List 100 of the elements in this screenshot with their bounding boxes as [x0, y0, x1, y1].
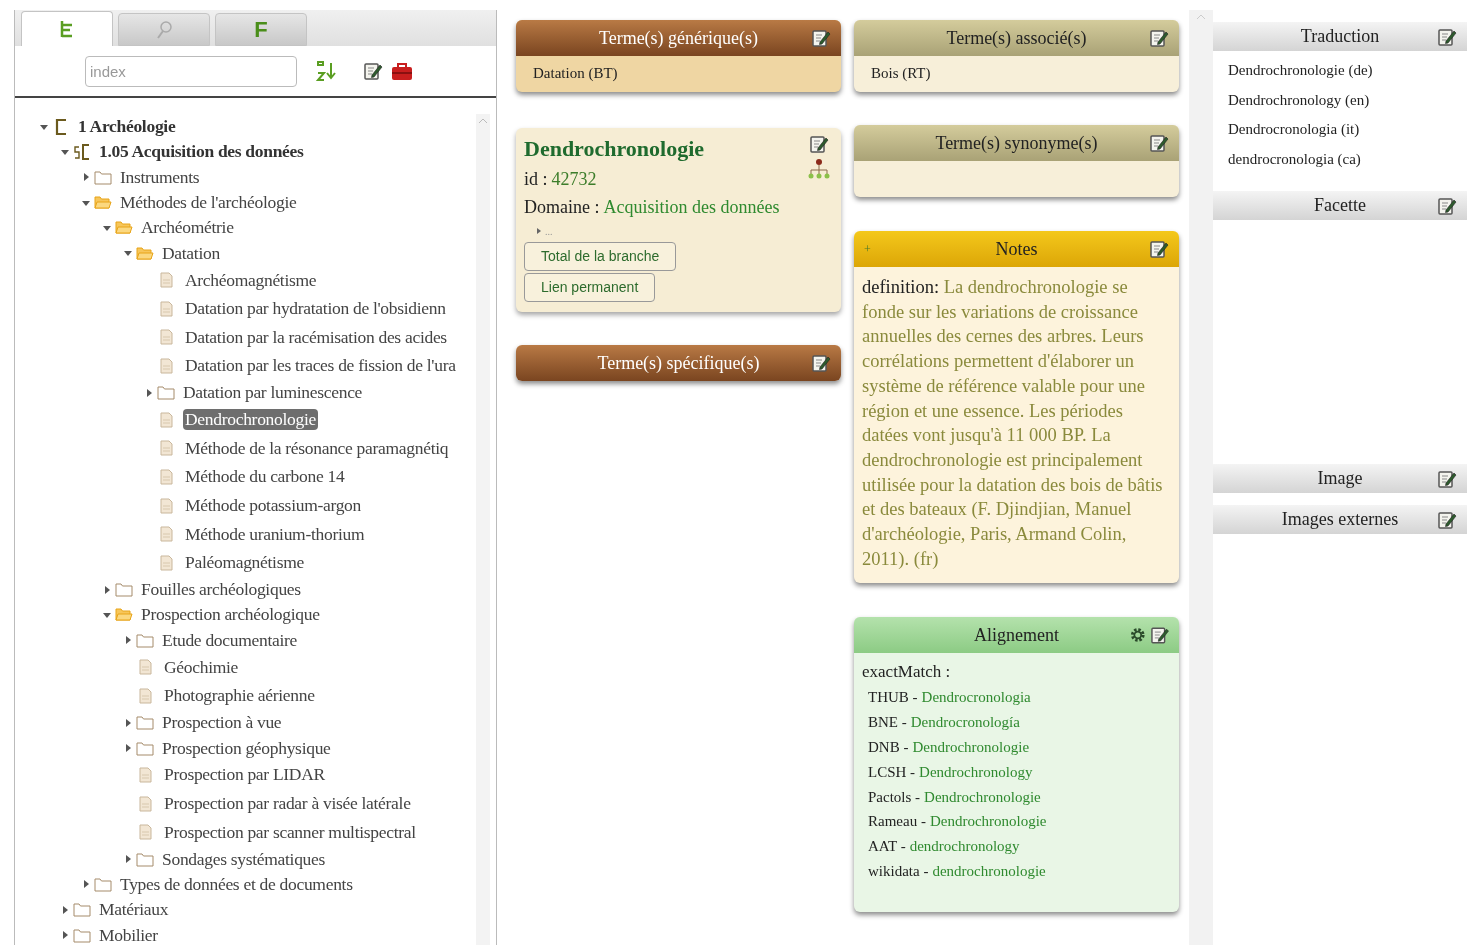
tree-item[interactable]: Datation	[160, 242, 222, 264]
collapsed-arrow-icon[interactable]	[81, 879, 91, 890]
domain-link[interactable]: Acquisition des données	[603, 194, 780, 220]
document-icon	[138, 795, 152, 812]
collapsed-arrow-icon[interactable]	[536, 227, 542, 235]
hierarchy-icon[interactable]	[807, 158, 831, 180]
tree-item[interactable]: Prospection archéologique	[139, 604, 322, 626]
card-title: Terme(s) synonyme(s)	[934, 131, 1099, 155]
folder-icon	[157, 385, 175, 401]
collapsed-arrow-icon[interactable]	[81, 172, 91, 183]
match-link[interactable]: Dendrocronologia	[921, 685, 1031, 711]
match-link[interactable]: Dendrochronology	[919, 759, 1033, 785]
definition-text: definition: La dendrochronologie se fonde sur les variations de croissance annuelles des cernes des arbres. Leurs corrélations permettent d'élaborer un système de référence valable pour une région et une essence. Les périodes datées vont jusqu'à 11 000 BP. La dendrochronologie est principalement utilisée pour la datation des bois de bâtis et des bateaux (F. Djindjian, Manuel d'archéologie, Paris, Armand Colin, 2011). (fr)	[861, 276, 1164, 571]
match-link[interactable]: dendrochronologie	[932, 859, 1046, 884]
concept-title: Dendrochronologie	[524, 135, 705, 163]
card-title: Terme(s) générique(s)	[597, 26, 760, 50]
edit-icon[interactable]	[1149, 133, 1169, 153]
edit-icon[interactable]	[811, 353, 831, 373]
tree-item[interactable]: Prospection par radar à visée latérale	[162, 793, 413, 815]
collapsed-arrow-icon[interactable]	[102, 584, 112, 595]
tab[interactable]	[21, 11, 113, 46]
folder-icon	[136, 632, 154, 648]
collapsed-arrow-icon[interactable]	[60, 930, 70, 940]
edit-icon[interactable]	[1437, 509, 1457, 530]
folder-icon	[94, 169, 112, 185]
collapsed-arrow-icon[interactable]	[123, 635, 133, 646]
tree-item[interactable]: Dendrochronologie	[183, 409, 318, 431]
id-value: 42732	[551, 168, 597, 191]
tree-item[interactable]: Sondages systématiques	[160, 848, 328, 870]
document-icon	[159, 411, 173, 428]
search-icon	[155, 19, 173, 40]
domain-label: Domaine :	[524, 196, 600, 219]
tree-item[interactable]: Datation par les traces de fission de l'ura	[183, 355, 458, 377]
edit-icon[interactable]	[1149, 625, 1169, 646]
translation-item: Dendrochronologie (de)	[1228, 61, 1374, 80]
match-link[interactable]: Dendrocronología	[910, 710, 1020, 736]
tree-item[interactable]: 1.05 Acquisition des données	[97, 141, 306, 163]
edit-icon[interactable]	[811, 28, 831, 48]
translation-item: Dendrochronology (en)	[1228, 90, 1371, 110]
match-link[interactable]: Dendrochronologie	[924, 784, 1041, 810]
collapsed-arrow-icon[interactable]	[144, 387, 154, 398]
tree-item[interactable]: Instruments	[118, 166, 202, 188]
tree-item[interactable]: Datation par luminescence	[181, 382, 365, 404]
action-button[interactable]: Total de la branche	[524, 242, 677, 271]
tree-item[interactable]: Datation par hydratation de l'obsidienn	[183, 298, 448, 320]
edit-icon[interactable]	[1437, 468, 1457, 489]
collapsed-arrow-icon[interactable]	[123, 743, 133, 754]
document-icon	[159, 526, 173, 543]
settings-icon[interactable]	[1129, 626, 1147, 645]
document-icon	[159, 468, 173, 485]
tree-item[interactable]: Prospection par LIDAR	[162, 764, 327, 786]
document-icon	[159, 329, 173, 346]
tree-item[interactable]: Prospection géophysique	[160, 737, 333, 759]
collapsed-arrow-icon[interactable]	[60, 904, 70, 915]
tree-item[interactable]: Méthode uranium-thorium	[183, 523, 367, 545]
tree-item[interactable]: Matériaux	[97, 899, 171, 921]
tree-item[interactable]: Géochimie	[162, 656, 241, 678]
tree-item[interactable]: Archéométrie	[139, 217, 236, 239]
tree-item[interactable]: Etude documentaire	[160, 629, 300, 651]
edit-icon[interactable]	[809, 134, 829, 154]
tree-item[interactable]: Datation par la racémisation des acides	[183, 326, 449, 348]
document-icon	[159, 440, 173, 457]
tree-item[interactable]: Photographie aérienne	[162, 685, 317, 707]
term-link[interactable]: Bois (RT)	[871, 62, 1162, 86]
document-icon	[138, 767, 152, 783]
tree-item[interactable]: Méthode de la résonance paramagnétiq	[183, 437, 451, 459]
term-link[interactable]: Datation (BT)	[533, 62, 824, 86]
tree-item[interactable]: Méthode potassium-argon	[183, 495, 363, 517]
tree-item[interactable]: Méthodes de l'archéologie	[118, 192, 299, 214]
edit-icon[interactable]	[1149, 239, 1169, 259]
tree-item[interactable]: Types de données et de documents	[118, 873, 355, 895]
tree-item[interactable]: Paléomagnétisme	[183, 552, 306, 574]
toolbox-icon[interactable]	[391, 61, 413, 81]
card-title: Terme(s) associé(s)	[945, 26, 1088, 50]
edit-icon[interactable]	[1437, 26, 1457, 47]
edit-icon[interactable]	[363, 61, 383, 81]
section-title: Facette	[1313, 194, 1367, 217]
edit-icon[interactable]	[1437, 195, 1457, 216]
tree-item[interactable]: Fouilles archéologiques	[139, 579, 303, 601]
tree-item[interactable]: Archéomagnétisme	[183, 269, 319, 291]
match-link[interactable]: Dendrochronologie	[929, 809, 1047, 835]
folder-icon	[115, 582, 133, 598]
tree-item[interactable]: Mobilier	[97, 924, 160, 945]
source-name: Pactols -	[868, 787, 921, 807]
match-link[interactable]: dendrochronology	[909, 834, 1020, 859]
collapsed-arrow-icon[interactable]	[123, 717, 133, 728]
tree-item[interactable]: Méthode du carbone 14	[183, 466, 347, 488]
action-button[interactable]: Lien permanent	[524, 273, 656, 302]
match-link[interactable]: Dendrochronologie	[912, 735, 1030, 760]
tree-item[interactable]: Prospection à vue	[160, 712, 284, 734]
id-label: id :	[524, 168, 548, 191]
tree-item[interactable]: 1 Archéologie	[76, 116, 178, 138]
document-icon	[159, 272, 173, 289]
collapsed-arrow-icon[interactable]	[123, 854, 133, 865]
document-icon	[159, 357, 173, 374]
scrollbar[interactable]	[476, 114, 490, 945]
sort-icon[interactable]	[315, 60, 337, 82]
tree-item[interactable]: Prospection par scanner multispectral	[162, 821, 418, 843]
edit-icon[interactable]	[1149, 28, 1169, 48]
search-field[interactable]: index	[85, 55, 297, 87]
